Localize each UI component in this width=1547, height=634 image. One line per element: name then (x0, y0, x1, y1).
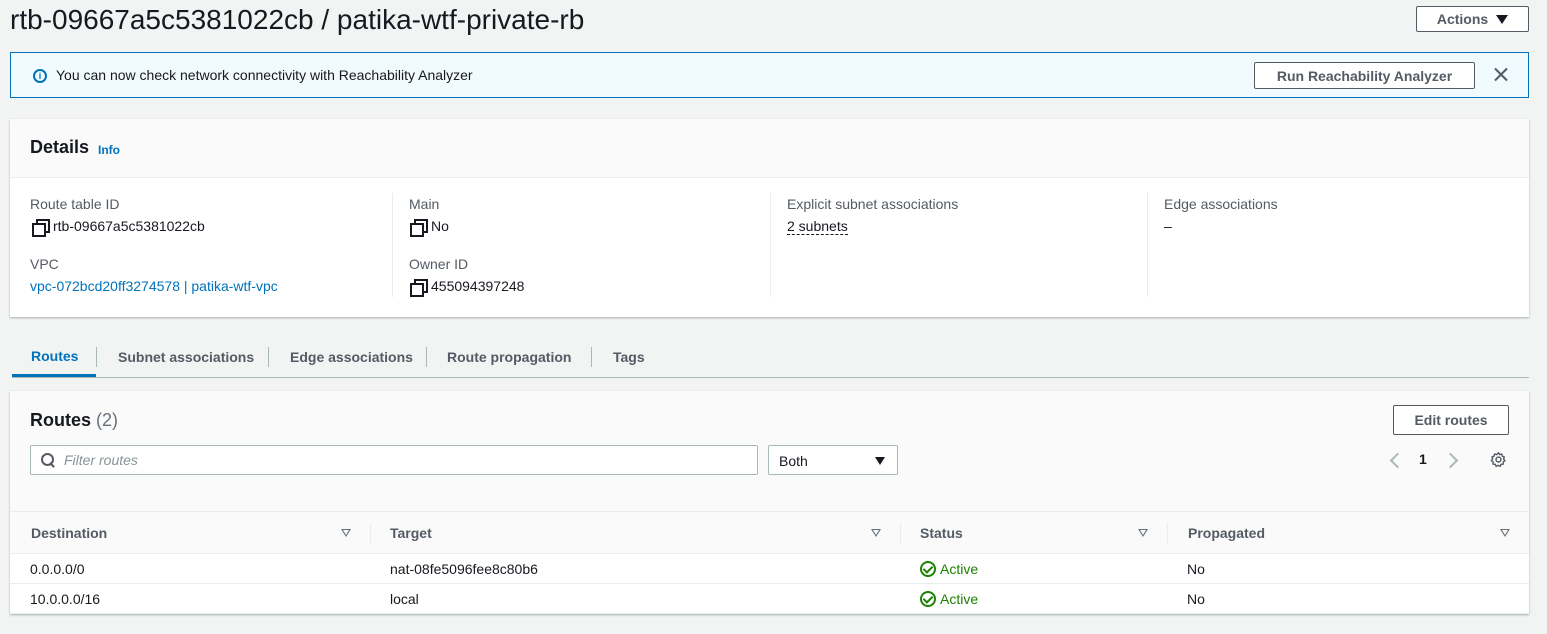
caret-down-icon (875, 457, 885, 465)
routes-title: Routes (2) (30, 410, 118, 431)
tab-edge-associations[interactable]: Edge associations (290, 337, 413, 377)
sort-icon[interactable] (341, 529, 351, 537)
details-title: Details (30, 137, 90, 157)
column-separator (370, 523, 371, 545)
main-label: Main (409, 196, 440, 212)
column-separator (900, 523, 901, 545)
tab-separator (591, 347, 592, 367)
sort-icon[interactable] (1500, 529, 1510, 537)
copy-icon[interactable] (410, 218, 428, 237)
owner-id-value: 455094397248 (410, 278, 525, 297)
search-icon (41, 453, 55, 467)
tab-bar: Routes Subnet associations Edge associat… (12, 337, 1529, 378)
actions-button[interactable]: Actions (1416, 6, 1529, 32)
status-text: Active (940, 591, 979, 607)
banner-text: You can now check network connectivity w… (56, 67, 473, 83)
target-link[interactable]: nat-08fe5096fee8c80b6 (390, 561, 538, 577)
run-reachability-analyzer-button[interactable]: Run Reachability Analyzer (1254, 62, 1475, 89)
owner-id: 455094397248 (431, 278, 525, 294)
main-value: No (410, 218, 449, 237)
filter-routes-input[interactable] (64, 451, 744, 469)
actions-label: Actions (1436, 11, 1489, 27)
column-divider (1147, 193, 1148, 297)
tab-separator (426, 347, 427, 367)
edit-routes-button[interactable]: Edit routes (1393, 405, 1509, 435)
destination-cell: 0.0.0.0/0 (30, 561, 85, 577)
reachability-banner: i You can now check network connectivity… (10, 52, 1529, 98)
filter-routes-field (30, 445, 758, 475)
status-text: Active (940, 561, 979, 577)
gear-icon[interactable] (1490, 451, 1507, 468)
sort-icon[interactable] (1138, 529, 1148, 537)
page-title: rtb-09667a5c5381022cb / patika-wtf-priva… (10, 4, 585, 35)
info-icon: i (33, 69, 47, 83)
edge-associations-label: Edge associations (1164, 196, 1278, 212)
check-circle-icon (920, 561, 936, 577)
propagated-cell: No (1187, 561, 1205, 577)
vpc-label: VPC (30, 256, 59, 272)
column-target[interactable]: Target (390, 525, 432, 541)
chevron-left-icon[interactable] (1389, 453, 1399, 467)
check-circle-icon (920, 591, 936, 607)
routes-title-text: Routes (30, 410, 92, 430)
explicit-subnet-associations-value: 2 subnets (787, 218, 848, 235)
propagation-select-value: Both (779, 453, 808, 469)
column-divider (770, 193, 771, 297)
target-cell: local (390, 591, 419, 607)
main-text: No (431, 218, 449, 234)
status-cell: Active (920, 591, 978, 607)
vpc-value: vpc-072bcd20ff3274578 | patika-wtf-vpc (30, 278, 278, 294)
propagation-select[interactable]: Both (768, 445, 898, 475)
routes-count: (2) (96, 410, 119, 430)
routes-table-header: Destination Target Status Propagated (10, 511, 1529, 554)
column-separator (1167, 523, 1168, 545)
column-propagated[interactable]: Propagated (1188, 525, 1265, 541)
details-info-link[interactable]: Info (98, 143, 120, 157)
vpc-link[interactable]: vpc-072bcd20ff3274578 | patika-wtf-vpc (30, 278, 278, 294)
column-status[interactable]: Status (920, 525, 963, 541)
column-destination[interactable]: Destination (31, 525, 107, 541)
page-number[interactable]: 1 (1419, 451, 1427, 467)
copy-icon[interactable] (32, 218, 50, 237)
sort-icon[interactable] (871, 529, 881, 537)
subnets-popover-trigger[interactable]: 2 subnets (787, 218, 848, 235)
owner-id-label: Owner ID (409, 256, 469, 272)
tab-route-propagation[interactable]: Route propagation (447, 337, 571, 377)
tab-routes[interactable]: Routes (12, 337, 96, 377)
column-divider (392, 193, 393, 297)
caret-down-icon (1496, 14, 1509, 24)
route-table-id-label: Route table ID (30, 196, 120, 212)
edge-associations-value: – (1164, 218, 1172, 234)
route-table-id: rtb-09667a5c5381022cb (53, 218, 205, 234)
tab-tags[interactable]: Tags (613, 337, 645, 377)
explicit-subnet-associations-label: Explicit subnet associations (787, 196, 959, 212)
details-panel: Details Info Route table ID rtb-09667a5c… (10, 119, 1529, 317)
table-row: 0.0.0.0/0 nat-08fe5096fee8c80b6 Active N… (10, 554, 1529, 584)
tab-subnet-associations[interactable]: Subnet associations (118, 337, 254, 377)
propagated-cell: No (1187, 591, 1205, 607)
table-row: 10.0.0.0/16 local Active No (10, 584, 1529, 614)
route-table-id-value: rtb-09667a5c5381022cb (32, 218, 205, 237)
details-header: Details Info (10, 119, 1529, 178)
copy-icon[interactable] (410, 278, 428, 297)
destination-cell: 10.0.0.0/16 (30, 591, 101, 607)
status-cell: Active (920, 561, 978, 577)
routes-header: Routes (2) Edit routes Both 1 (10, 391, 1529, 511)
close-icon[interactable] (1489, 63, 1513, 87)
tab-separator (268, 347, 269, 367)
tab-separator (96, 347, 97, 367)
routes-panel: Routes (2) Edit routes Both 1 Destinatio… (10, 391, 1529, 614)
chevron-right-icon[interactable] (1447, 453, 1457, 467)
